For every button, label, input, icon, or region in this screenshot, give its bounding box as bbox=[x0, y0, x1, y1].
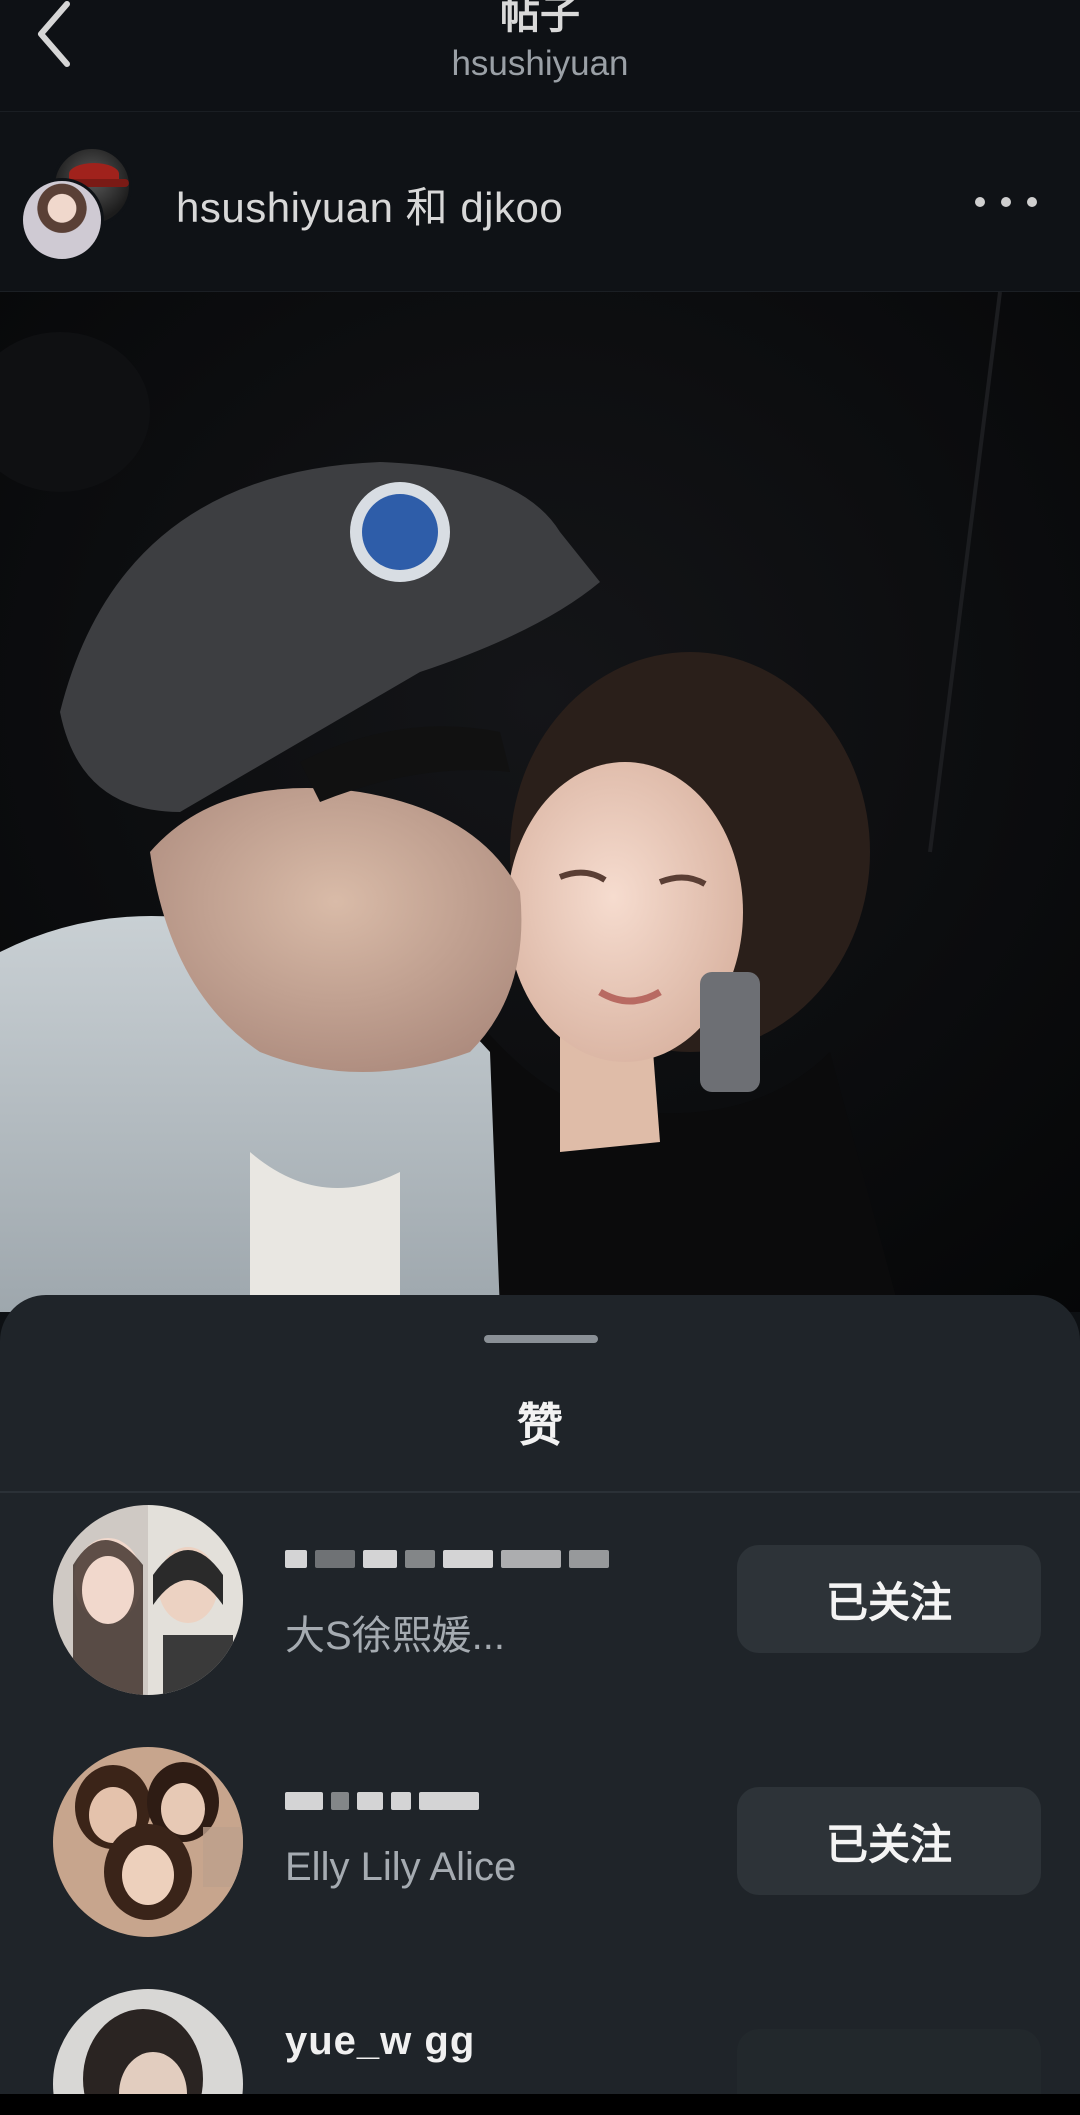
top-nav-bar: 帖子 hsushiyuan bbox=[0, 0, 1080, 112]
avatar[interactable] bbox=[53, 1505, 243, 1695]
list-item[interactable]: Elly Lily Alice 已关注 bbox=[0, 1747, 1080, 1957]
username[interactable]: yue_w gg bbox=[285, 2019, 475, 2064]
username[interactable] bbox=[285, 1535, 617, 1580]
avatar[interactable] bbox=[53, 1747, 243, 1937]
avatar bbox=[20, 178, 104, 262]
sheet-title: 赞 bbox=[517, 1399, 563, 1451]
sheet-handle[interactable] bbox=[484, 1335, 598, 1343]
following-button[interactable]: 已关注 bbox=[737, 1545, 1041, 1653]
display-name: 大S徐熙媛... bbox=[285, 1614, 506, 1658]
post-photo[interactable] bbox=[0, 292, 1080, 1312]
more-options-button[interactable] bbox=[975, 182, 1037, 222]
post-authors[interactable]: hsushiyuan 和 djkoo bbox=[176, 174, 563, 235]
likes-sheet: 赞 大S徐熙媛... 已关注 Elly Lily Alice 已关注 yue_w… bbox=[0, 1295, 1080, 2115]
collab-avatars[interactable] bbox=[20, 146, 140, 262]
divider bbox=[0, 1491, 1080, 1493]
post-page: 帖子 hsushiyuan hsushiyuan 和 djkoo 赞 大S徐熙媛… bbox=[0, 0, 1080, 2115]
display-name: Elly Lily Alice bbox=[285, 1845, 517, 1889]
page-subtitle: hsushiyuan bbox=[451, 44, 629, 83]
bottom-edge bbox=[0, 2094, 1080, 2115]
following-button[interactable]: 已关注 bbox=[737, 1787, 1041, 1895]
list-item[interactable]: 大S徐熙媛... 已关注 bbox=[0, 1505, 1080, 1715]
post-header: hsushiyuan 和 djkoo bbox=[0, 112, 1080, 292]
username[interactable] bbox=[285, 1777, 487, 1822]
page-title: 帖子 bbox=[500, 0, 580, 37]
more-horizontal-icon bbox=[975, 197, 985, 207]
